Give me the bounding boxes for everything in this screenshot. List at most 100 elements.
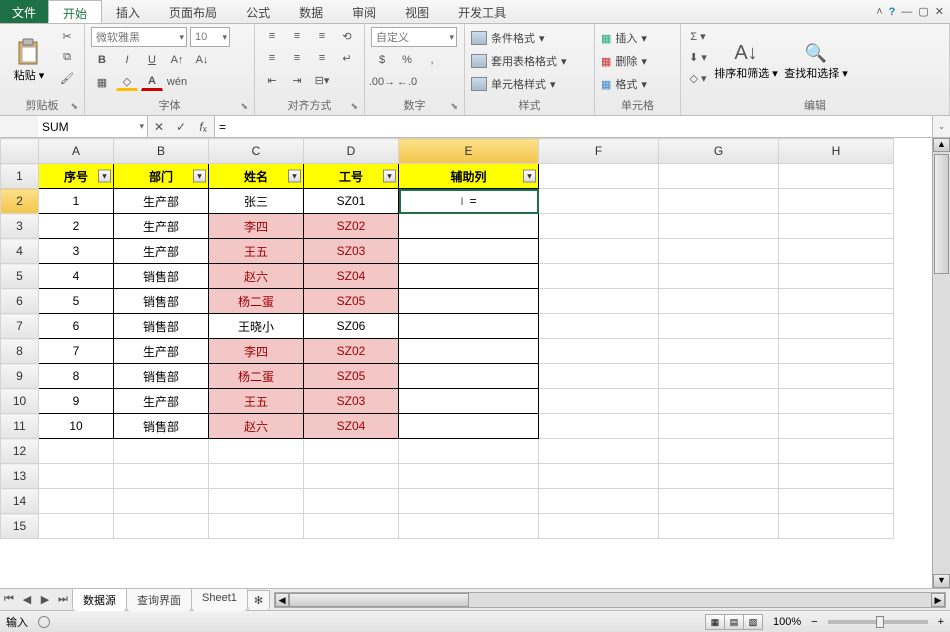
- cell-C12[interactable]: [209, 439, 304, 464]
- cell-F3[interactable]: [539, 214, 659, 239]
- clear-button[interactable]: ◇ ▾: [687, 69, 709, 87]
- cell-D12[interactable]: [304, 439, 399, 464]
- format-cells-button[interactable]: ▦格式 ▾: [601, 74, 647, 94]
- cell-D11[interactable]: SZ04: [304, 414, 399, 439]
- cell-E14[interactable]: [399, 489, 539, 514]
- cell-F6[interactable]: [539, 289, 659, 314]
- cell-D15[interactable]: [304, 514, 399, 539]
- cell-G6[interactable]: [659, 289, 779, 314]
- cell-E10[interactable]: [399, 389, 539, 414]
- cell-D9[interactable]: SZ05: [304, 364, 399, 389]
- new-sheet-button[interactable]: ✻: [247, 590, 270, 610]
- cell-G7[interactable]: [659, 314, 779, 339]
- cell-B4[interactable]: 生产部: [114, 239, 209, 264]
- row-header[interactable]: 7: [1, 314, 39, 339]
- cell-H9[interactable]: [779, 364, 894, 389]
- cell-B6[interactable]: 销售部: [114, 289, 209, 314]
- cell-C1[interactable]: 姓名▾: [209, 164, 304, 189]
- cell-E2[interactable]: I=: [399, 189, 539, 214]
- font-launcher-icon[interactable]: ⬊: [240, 101, 248, 112]
- number-launcher-icon[interactable]: ⬊: [450, 101, 458, 112]
- copy-button[interactable]: ⧉: [56, 48, 78, 66]
- cell-E15[interactable]: [399, 514, 539, 539]
- cell-C9[interactable]: 杨二蛋: [209, 364, 304, 389]
- spreadsheet-table[interactable]: ABCDEFGH 1序号▾部门▾姓名▾工号▾辅助列▾21生产部张三SZ01I=3…: [0, 138, 894, 539]
- align-top-button[interactable]: ≡: [261, 27, 283, 45]
- cell-B5[interactable]: 销售部: [114, 264, 209, 289]
- menu-tab-2[interactable]: 页面布局: [155, 0, 232, 23]
- cancel-formula-button[interactable]: ✕: [148, 120, 170, 134]
- cell-F14[interactable]: [539, 489, 659, 514]
- sheet-nav[interactable]: ⏮◀▶⏭: [0, 593, 73, 606]
- cell-A12[interactable]: [39, 439, 114, 464]
- cell-C4[interactable]: 王五: [209, 239, 304, 264]
- cell-E12[interactable]: [399, 439, 539, 464]
- restore-window-icon[interactable]: ▢: [918, 5, 928, 18]
- font-size-combo[interactable]: 10: [190, 27, 230, 47]
- align-bottom-button[interactable]: ≡: [311, 27, 333, 45]
- cell-H8[interactable]: [779, 339, 894, 364]
- fill-color-button[interactable]: ◇: [116, 73, 138, 91]
- cell-C13[interactable]: [209, 464, 304, 489]
- cell-H13[interactable]: [779, 464, 894, 489]
- cell-G1[interactable]: [659, 164, 779, 189]
- cell-B7[interactable]: 销售部: [114, 314, 209, 339]
- row-header[interactable]: 1: [1, 164, 39, 189]
- cell-E9[interactable]: [399, 364, 539, 389]
- cell-F2[interactable]: [539, 189, 659, 214]
- align-center-button[interactable]: ≡: [286, 49, 308, 67]
- cell-A6[interactable]: 5: [39, 289, 114, 314]
- autosum-button[interactable]: Σ ▾: [687, 27, 709, 45]
- filter-icon[interactable]: ▾: [193, 170, 206, 183]
- row-header[interactable]: 2: [1, 189, 39, 214]
- view-buttons[interactable]: ▦▤▧: [706, 614, 763, 630]
- cell-B12[interactable]: [114, 439, 209, 464]
- fill-button[interactable]: ⬇ ▾: [687, 48, 709, 66]
- cell-F10[interactable]: [539, 389, 659, 414]
- cell-F11[interactable]: [539, 414, 659, 439]
- cell-A4[interactable]: 3: [39, 239, 114, 264]
- align-right-button[interactable]: ≡: [311, 49, 333, 67]
- filter-icon[interactable]: ▾: [523, 170, 536, 183]
- column-header-G[interactable]: G: [659, 139, 779, 164]
- minimize-window-icon[interactable]: —: [901, 6, 912, 18]
- conditional-formatting-button[interactable]: 条件格式 ▾: [471, 28, 545, 48]
- row-header[interactable]: 15: [1, 514, 39, 539]
- row-header[interactable]: 14: [1, 489, 39, 514]
- cell-D4[interactable]: SZ03: [304, 239, 399, 264]
- cell-A10[interactable]: 9: [39, 389, 114, 414]
- cell-G4[interactable]: [659, 239, 779, 264]
- cell-D7[interactable]: SZ06: [304, 314, 399, 339]
- cell-B14[interactable]: [114, 489, 209, 514]
- cell-F7[interactable]: [539, 314, 659, 339]
- cell-G13[interactable]: [659, 464, 779, 489]
- cell-B1[interactable]: 部门▾: [114, 164, 209, 189]
- filter-icon[interactable]: ▾: [383, 170, 396, 183]
- cell-H7[interactable]: [779, 314, 894, 339]
- help-icon[interactable]: ?: [889, 6, 896, 18]
- cell-B10[interactable]: 生产部: [114, 389, 209, 414]
- sheet-tab[interactable]: 数据源: [72, 588, 127, 611]
- sheet-tab[interactable]: Sheet1: [191, 588, 248, 611]
- cell-D5[interactable]: SZ04: [304, 264, 399, 289]
- align-left-button[interactable]: ≡: [261, 49, 283, 67]
- increase-decimal-button[interactable]: .00→: [371, 73, 393, 91]
- cell-C2[interactable]: 张三: [209, 189, 304, 214]
- clipboard-launcher-icon[interactable]: ⬊: [70, 101, 78, 112]
- menu-tab-0[interactable]: 开始: [48, 0, 102, 23]
- row-header[interactable]: 13: [1, 464, 39, 489]
- cell-D2[interactable]: SZ01: [304, 189, 399, 214]
- cell-C10[interactable]: 王五: [209, 389, 304, 414]
- cell-styles-button[interactable]: 单元格样式 ▾: [471, 74, 556, 94]
- row-header[interactable]: 6: [1, 289, 39, 314]
- zoom-slider[interactable]: [828, 620, 928, 624]
- cell-D10[interactable]: SZ03: [304, 389, 399, 414]
- cell-E1[interactable]: 辅助列▾: [399, 164, 539, 189]
- cell-C11[interactable]: 赵六: [209, 414, 304, 439]
- cell-C14[interactable]: [209, 489, 304, 514]
- format-as-table-button[interactable]: 套用表格格式 ▾: [471, 51, 567, 71]
- close-window-icon[interactable]: ✕: [935, 5, 944, 18]
- cell-F12[interactable]: [539, 439, 659, 464]
- cut-button[interactable]: ✂: [56, 27, 78, 45]
- menu-tab-6[interactable]: 视图: [391, 0, 444, 23]
